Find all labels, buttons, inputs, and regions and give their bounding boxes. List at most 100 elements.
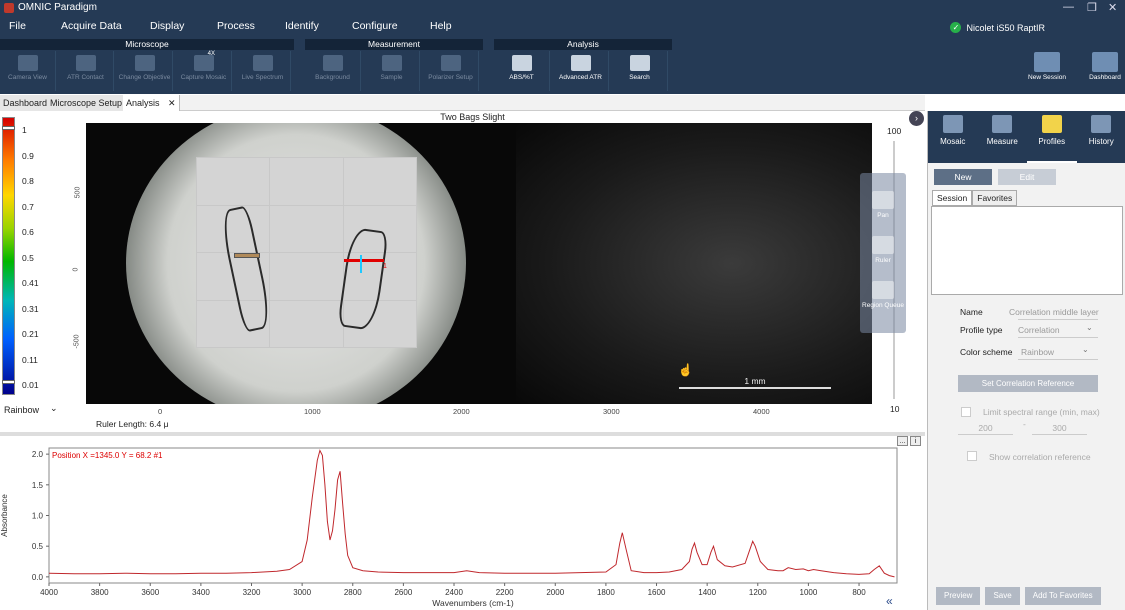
colorbar-tick: 0.7 (22, 201, 34, 212)
chevron-right-icon[interactable]: › (909, 111, 924, 126)
profiles-icon (1041, 115, 1062, 133)
add-to-favorites-button[interactable]: Add To Favorites (1024, 587, 1101, 605)
spectrum-icon (992, 115, 1013, 133)
menu-identify[interactable]: Identify (285, 20, 319, 32)
tab-measure[interactable]: Measure (978, 111, 1028, 163)
capture-mosaic-button[interactable]: 4X Capture Mosaic (176, 51, 232, 91)
maximize-icon[interactable]: ❐ (1087, 1, 1097, 14)
region-marker[interactable] (234, 253, 260, 258)
profile-type-select[interactable]: Correlation (1018, 325, 1060, 335)
y-tick: 500 (74, 186, 82, 199)
advanced-atr-button[interactable]: Advanced ATR (553, 51, 609, 91)
preview-button[interactable]: Preview (936, 587, 981, 605)
y-axis-label: Absorbance (0, 494, 9, 537)
polarizer-setup-button[interactable]: Polarizer Setup (423, 51, 479, 91)
show-reference-checkbox[interactable] (967, 451, 977, 461)
region-queue-tool[interactable]: Region Queue (860, 277, 906, 322)
colorbar-max-handle[interactable] (2, 126, 15, 130)
x-tick-label: 1200 (749, 588, 767, 597)
group-measurement: Measurement Background Sample Polarizer … (305, 39, 483, 92)
polarizer-icon (440, 55, 461, 71)
microscope-image[interactable]: 1 1 mm ☝ (86, 123, 872, 404)
clock-icon (1091, 115, 1112, 133)
spectrum-chart[interactable]: 4000 3800 3600 3400 3200 3000 2800 2600 2400 2200… (0, 436, 925, 610)
chevron-down-icon[interactable]: ⌄ (50, 403, 58, 414)
ruler-tool[interactable]: Ruler (860, 232, 906, 277)
edit-profile-button[interactable]: Edit (998, 169, 1056, 185)
info-button[interactable]: i (910, 436, 921, 446)
menu-configure[interactable]: Configure (352, 20, 398, 32)
spectrum-line (48, 449, 895, 578)
spectrum-panel: 4000 3800 3600 3400 3200 3000 2800 2600 2400 2200… (0, 436, 925, 610)
range-max-input[interactable]: 300 (1032, 423, 1087, 435)
live-spectrum-button[interactable]: Live Spectrum (235, 51, 291, 91)
menu-process[interactable]: Process (217, 20, 255, 32)
chevron-down-icon[interactable]: ⌄ (1086, 323, 1093, 332)
ruler-line[interactable] (344, 259, 384, 262)
y-tick: -500 (73, 334, 81, 349)
colorbar-tick: 0.31 (22, 303, 39, 314)
close-tab-icon[interactable]: ✕ (168, 98, 176, 108)
collapse-icon[interactable]: « (886, 594, 893, 608)
colorbar-tick: 0.41 (22, 278, 39, 288)
background-button[interactable]: Background (305, 51, 361, 91)
y-tick-label: 2.0 (32, 450, 44, 459)
profile-list[interactable] (931, 206, 1123, 295)
instrument-name: Nicolet iS50 RaptIR (966, 22, 1045, 33)
colorbar-tick: 0.8 (22, 176, 34, 186)
plot-frame (48, 447, 898, 584)
pan-tool[interactable]: Pan (860, 187, 906, 232)
x-tick-label: 2000 (546, 588, 564, 597)
title-bar: OMNIC Paradigm — ❐ ✕ (0, 0, 1125, 16)
position-cursor[interactable] (360, 255, 362, 273)
tab-analysis[interactable]: Analysis ✕ (123, 95, 180, 111)
menu-acquire-data[interactable]: Acquire Data (61, 20, 122, 32)
colorbar-min-handle[interactable] (2, 380, 15, 384)
more-options-button[interactable]: ... (897, 436, 908, 446)
tab-dashboard[interactable]: Dashboard (0, 95, 52, 111)
group-title: Microscope (0, 39, 294, 50)
ribbon-toolbar: Microscope Camera View ATR Contact Chang… (0, 38, 1125, 94)
change-objective-button[interactable]: Change Objective (117, 51, 173, 91)
new-session-button[interactable]: New Session (1027, 50, 1067, 92)
x-tick-label: 3000 (293, 588, 311, 597)
new-profile-button[interactable]: New (934, 169, 992, 185)
tab-session[interactable]: Session (932, 190, 973, 206)
close-icon[interactable]: ✕ (1108, 1, 1117, 14)
sample-button[interactable]: Sample (364, 51, 420, 91)
tab-mosaic[interactable]: Mosaic (928, 111, 978, 163)
prism-icon (570, 55, 591, 71)
search-button[interactable]: Search (612, 51, 668, 91)
tab-history[interactable]: History (1077, 111, 1125, 163)
set-correlation-reference-button[interactable]: Set Correlation Reference (958, 375, 1098, 392)
group-title: Analysis (494, 39, 672, 50)
tab-profiles[interactable]: Profiles (1027, 111, 1077, 163)
save-button[interactable]: Save (985, 587, 1020, 605)
color-scheme-select[interactable]: Rainbow (4, 405, 39, 415)
tab-favorites[interactable]: Favorites (972, 190, 1018, 206)
y-tick-label: 0.0 (32, 573, 44, 582)
menu-display[interactable]: Display (150, 20, 184, 32)
name-field[interactable]: Correlation middle layer (1009, 307, 1099, 317)
color-scheme-field[interactable]: Rainbow (1021, 347, 1054, 357)
new-session-icon (1034, 52, 1060, 72)
camera-view-button[interactable]: Camera View (0, 51, 56, 91)
hand-cursor-icon: ☝ (678, 363, 693, 377)
colorbar-tick: 0.5 (22, 252, 34, 263)
menu-help[interactable]: Help (430, 20, 452, 32)
abs-t-button[interactable]: ABS/%T (494, 51, 550, 91)
atr-contact-button[interactable]: ATR Contact (58, 51, 114, 91)
dashboard-button[interactable]: Dashboard (1085, 50, 1125, 92)
camera-icon (17, 55, 38, 71)
chevron-down-icon[interactable]: ⌄ (1082, 345, 1089, 354)
limit-range-checkbox[interactable] (961, 407, 971, 417)
x-tick-label: 2600 (394, 588, 412, 597)
tab-microscope-setup[interactable]: Microscope Setup (47, 95, 127, 111)
right-panel-tabs: Mosaic Measure Profiles History (928, 111, 1125, 163)
menu-file[interactable]: File (9, 20, 26, 32)
range-min-input[interactable]: 200 (958, 423, 1013, 435)
refresh-icon (134, 55, 155, 71)
colorbar[interactable] (2, 117, 15, 395)
minimize-icon[interactable]: — (1063, 1, 1074, 13)
x-tick-label: 4000 (40, 588, 58, 597)
